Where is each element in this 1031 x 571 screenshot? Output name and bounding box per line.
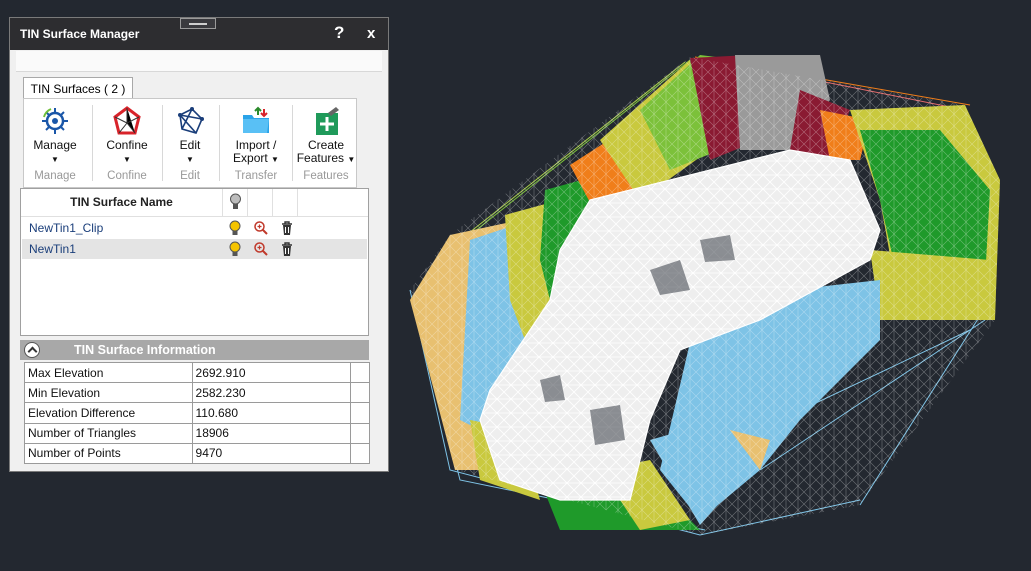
chevron-down-icon: ▼	[347, 155, 356, 164]
confine-button[interactable]: Confine ▼ Confine	[96, 99, 158, 187]
toolbar-strip	[16, 51, 382, 72]
import-export-button[interactable]: Import / Export ▼ Transfer	[222, 99, 290, 187]
chevron-down-icon: ▼	[186, 155, 194, 164]
info-table: Max Elevation 2692.910 Min Elevation 258…	[24, 361, 370, 465]
export-label: Export	[233, 151, 268, 165]
list-item[interactable]: NewTin1	[22, 239, 367, 259]
edit-label: Edit	[179, 138, 201, 152]
create-label: Create	[307, 138, 345, 152]
ribbon: Manage ▼ Manage Confine ▼ Confine Edit ▼ Ed…	[23, 98, 357, 188]
chevron-down-icon: ▼	[123, 155, 131, 164]
lightbulb-icon	[230, 193, 241, 209]
table-row: Number of Triangles 18906	[24, 422, 370, 444]
table-row: Min Elevation 2582.230	[24, 382, 370, 404]
info-key: Number of Triangles	[24, 422, 193, 444]
zoom-icon[interactable]	[253, 220, 269, 236]
import-label: Import /	[235, 138, 277, 152]
surface-name: NewTin1_Clip	[29, 221, 104, 235]
manage-label: Manage	[33, 138, 77, 152]
edit-button[interactable]: Edit ▼ Edit	[164, 99, 216, 187]
info-value: 18906	[191, 422, 352, 444]
info-key: Max Elevation	[24, 361, 193, 384]
help-button[interactable]: ?	[334, 23, 344, 43]
table-row: Number of Points 9470	[24, 442, 370, 465]
column-header-visibility[interactable]	[223, 189, 248, 216]
group-label-confine: Confine	[107, 170, 147, 182]
close-button[interactable]: x	[367, 25, 375, 42]
trash-icon[interactable]	[279, 220, 295, 236]
zoom-icon[interactable]	[253, 241, 269, 257]
info-key: Min Elevation	[24, 382, 193, 404]
lightbulb-on-icon[interactable]	[227, 220, 243, 236]
table-row: Elevation Difference 110.680	[24, 402, 370, 424]
confine-label: Confine	[106, 138, 148, 152]
edit-mesh-icon	[178, 107, 204, 134]
tab-tin-surfaces[interactable]: TIN Surfaces ( 2 )	[23, 77, 133, 99]
manage-button[interactable]: Manage ▼ Manage	[24, 99, 86, 187]
gear-cycle-icon	[42, 108, 68, 134]
group-label-features: Features	[303, 170, 349, 182]
drag-grip-icon[interactable]	[180, 18, 216, 29]
titlebar[interactable]: TIN Surface Manager ? x	[10, 18, 388, 50]
folder-transfer-icon	[243, 106, 269, 133]
tin-surface-manager-panel: TIN Surface Manager ? x TIN Surfaces ( 2…	[9, 17, 389, 472]
info-key: Elevation Difference	[24, 402, 193, 424]
info-value: 9470	[191, 442, 352, 465]
info-key: Number of Points	[24, 442, 193, 465]
info-title: TIN Surface Information	[74, 343, 216, 357]
confine-polygon-icon	[113, 106, 141, 135]
surface-name: NewTin1	[29, 242, 76, 256]
create-features-button[interactable]: Create Features ▼ Features	[294, 99, 358, 187]
group-label-transfer: Transfer	[234, 170, 278, 182]
tin-surface-list: TIN Surface Name NewTin1_Clip NewTin1	[20, 188, 369, 336]
chevron-down-icon: ▼	[51, 155, 59, 164]
list-header: TIN Surface Name	[21, 189, 368, 217]
column-header-name[interactable]: TIN Surface Name	[21, 189, 223, 216]
info-value: 2582.230	[191, 382, 352, 404]
chevron-down-icon: ▼	[271, 155, 279, 164]
column-header-zoom	[248, 189, 273, 216]
column-header-delete	[273, 189, 298, 216]
group-label-edit: Edit	[180, 170, 200, 182]
info-section-header: TIN Surface Information	[20, 340, 369, 360]
table-row: Max Elevation 2692.910	[24, 361, 370, 384]
info-value: 110.680	[191, 402, 352, 424]
trash-icon[interactable]	[279, 241, 295, 257]
list-item[interactable]: NewTin1_Clip	[22, 218, 367, 238]
create-features-icon	[316, 107, 339, 135]
panel-title: TIN Surface Manager	[20, 27, 140, 41]
collapse-icon[interactable]	[24, 342, 40, 358]
info-value: 2692.910	[191, 361, 352, 384]
lightbulb-on-icon[interactable]	[227, 241, 243, 257]
features-label: Features	[296, 151, 345, 165]
group-label-manage: Manage	[34, 170, 76, 182]
